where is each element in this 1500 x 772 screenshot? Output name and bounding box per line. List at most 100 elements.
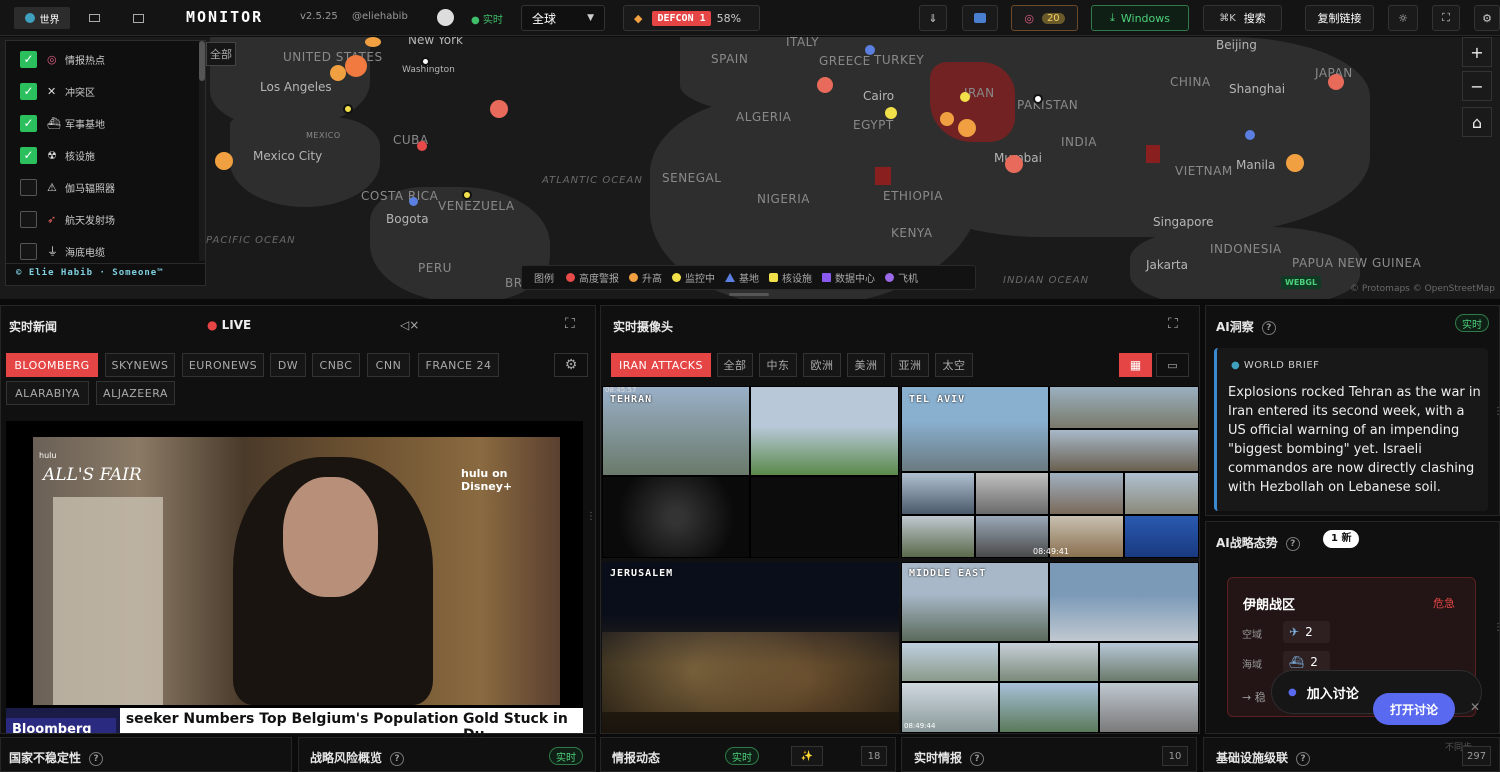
theme-toggle-icon[interactable]: ☼ (1388, 5, 1418, 31)
channel-tab[interactable]: EURONEWS (182, 353, 264, 377)
alerts-button[interactable]: ◎ 20 (1011, 5, 1078, 31)
rewind-icon[interactable] (962, 5, 998, 31)
layers-scrollbar[interactable] (199, 41, 205, 261)
hotspot-marker[interactable] (817, 77, 833, 93)
channel-tab[interactable]: ALARABIYA (6, 381, 89, 405)
checkbox-unchecked[interactable] (20, 242, 37, 260)
checkbox-checked[interactable]: ✓ (20, 82, 37, 100)
hotspot-marker[interactable] (330, 65, 346, 81)
hotspot-marker[interactable] (960, 92, 970, 102)
cam-feed-jerusalem[interactable]: JERUSALEM (602, 562, 899, 733)
conflict-zone-marker[interactable] (1146, 145, 1160, 163)
country-instability-panel[interactable]: 国家不稳定性? (0, 737, 292, 772)
channel-tab[interactable]: BLOOMBERG (6, 353, 98, 377)
help-icon[interactable]: ? (1296, 751, 1311, 766)
intel-feed-panel[interactable]: 情报动态 实时 ✨ 18 (600, 737, 896, 772)
cam-filter-tab[interactable]: 中东 (759, 353, 797, 377)
cam-filter-tab[interactable]: 太空 (935, 353, 973, 377)
cam-feed-middle-east[interactable]: MIDDLE EAST 08:49:44 (901, 562, 1199, 733)
layer-item-nuclear[interactable]: ✓ ☢ 核设施 (20, 145, 95, 165)
settings-gear-icon[interactable]: ⚙ (1474, 5, 1500, 31)
mode-finance-button[interactable] (124, 7, 152, 29)
region-select[interactable]: 全球 ▼ (521, 5, 605, 31)
conflict-zone-marker[interactable] (875, 167, 891, 185)
infrastructure-cascade-panel[interactable]: 基础设施级联? 不同步 297 (1203, 737, 1500, 772)
cam-feed-tehran[interactable]: TEHRAN 08:45:57 (602, 386, 899, 558)
channel-tab[interactable]: ALJAZEERA (96, 381, 175, 405)
help-icon[interactable]: ? (89, 751, 104, 766)
panel-resize-handle[interactable]: ⋮ (1493, 406, 1500, 417)
layer-item-gamma[interactable]: ⚠ 伽马辐照器 (20, 177, 115, 197)
strategic-risk-panel[interactable]: 战略风险概览? 实时 (298, 737, 596, 772)
checkbox-checked[interactable]: ✓ (20, 50, 37, 68)
hotspot-marker[interactable] (215, 152, 233, 170)
expand-icon[interactable]: ⛶ (565, 316, 575, 332)
channel-tab[interactable]: CNBC (312, 353, 360, 377)
hotspot-marker[interactable] (1328, 74, 1344, 90)
hotspot-marker[interactable] (462, 190, 472, 200)
grid-view-icon[interactable]: ▦ (1119, 353, 1152, 377)
single-view-icon[interactable]: ▭ (1156, 353, 1189, 377)
hotspot-marker[interactable] (343, 104, 353, 114)
channel-settings-icon[interactable]: ⚙ (554, 353, 588, 377)
attribution-footer[interactable]: © Elie Habib · Someone™ (16, 268, 164, 278)
cam-filter-tab[interactable]: 亚洲 (891, 353, 929, 377)
cam-filter-tab[interactable]: 美洲 (847, 353, 885, 377)
copy-link-button[interactable]: 复制链接 (1305, 5, 1374, 31)
checkbox-checked[interactable]: ✓ (20, 114, 37, 132)
panel-resize-handle[interactable]: ⋮ (1493, 622, 1500, 633)
cam-filter-tab[interactable]: 欧洲 (803, 353, 841, 377)
expand-icon[interactable]: ⛶ (1168, 316, 1178, 332)
channel-tab[interactable]: CNN (367, 353, 410, 377)
cam-filter-tab[interactable]: 全部 (717, 353, 753, 377)
map-attribution[interactable]: © Protomaps © OpenStreetMap (1350, 284, 1495, 294)
close-icon[interactable]: ✕ (1470, 700, 1480, 714)
hotspot-marker[interactable] (940, 112, 954, 126)
live-intel-panel[interactable]: 实时情报? 10 (901, 737, 1197, 772)
hotspot-marker[interactable] (1033, 94, 1043, 104)
fullscreen-icon[interactable]: ⛶ (1432, 5, 1460, 31)
base-marker[interactable] (865, 45, 875, 55)
cam-filter-tab[interactable]: IRAN ATTACKS (611, 353, 711, 377)
channel-tab[interactable]: SKYNEWS (105, 353, 175, 377)
video-player[interactable]: hulu ALL'S FAIR hulu on Disney+ Bloomber… (6, 421, 583, 743)
help-icon[interactable]: ? (390, 751, 405, 766)
hotspot-marker[interactable] (345, 55, 367, 77)
help-icon[interactable]: ? (970, 751, 985, 766)
github-icon[interactable] (437, 9, 454, 26)
hotspot-marker[interactable] (490, 100, 508, 118)
zoom-in-button[interactable]: + (1462, 37, 1492, 67)
download-windows-button[interactable]: ⤓ Windows (1091, 5, 1189, 31)
mode-tech-button[interactable] (80, 7, 108, 29)
layers-scrollbar-thumb[interactable] (199, 41, 205, 81)
hotspot-marker[interactable] (365, 37, 381, 47)
mute-icon[interactable]: ◁× (400, 318, 419, 332)
download-icon[interactable]: ⇓ (919, 5, 947, 31)
channel-tab[interactable]: FRANCE 24 (418, 353, 499, 377)
base-marker[interactable] (1245, 130, 1255, 140)
map-resize-handle[interactable] (729, 293, 769, 296)
layer-item-hotspots[interactable]: ✓ ◎ 情报热点 (20, 49, 105, 69)
open-discussion-button[interactable]: 打开讨论 (1373, 693, 1455, 725)
hotspot-marker[interactable] (1005, 155, 1023, 173)
mode-world-button[interactable]: 世界 (14, 7, 70, 29)
checkbox-checked[interactable]: ✓ (20, 146, 37, 164)
checkbox-unchecked[interactable] (20, 178, 37, 196)
hotspot-marker[interactable] (417, 141, 427, 151)
hotspot-marker[interactable] (958, 119, 976, 137)
layer-filter-all-button[interactable]: 全部 (206, 42, 236, 66)
layer-item-conflicts[interactable]: ✓ ✕ 冲突区 (20, 81, 95, 101)
hotspot-marker[interactable] (421, 57, 430, 66)
channel-tab[interactable]: DW (270, 353, 306, 377)
search-button[interactable]: ⌘K 搜索 (1203, 5, 1282, 31)
layer-item-bases[interactable]: ✓ ⛴ 军事基地 (20, 113, 105, 133)
sparkle-icon[interactable]: ✨ (791, 746, 823, 766)
layer-item-spaceports[interactable]: ➶ 航天发射场 (20, 209, 115, 229)
base-marker[interactable] (409, 197, 418, 206)
defcon-indicator[interactable]: ◆ DEFCON 1 58% (623, 5, 760, 31)
checkbox-unchecked[interactable] (20, 210, 37, 228)
hotspot-marker[interactable] (885, 107, 897, 119)
world-map[interactable]: ATLANTIC OCEAN PACIFIC OCEAN INDIAN OCEA… (0, 37, 1500, 299)
layer-item-cables[interactable]: ⏚ 海底电缆 (20, 241, 105, 261)
zoom-out-button[interactable]: − (1462, 71, 1492, 101)
